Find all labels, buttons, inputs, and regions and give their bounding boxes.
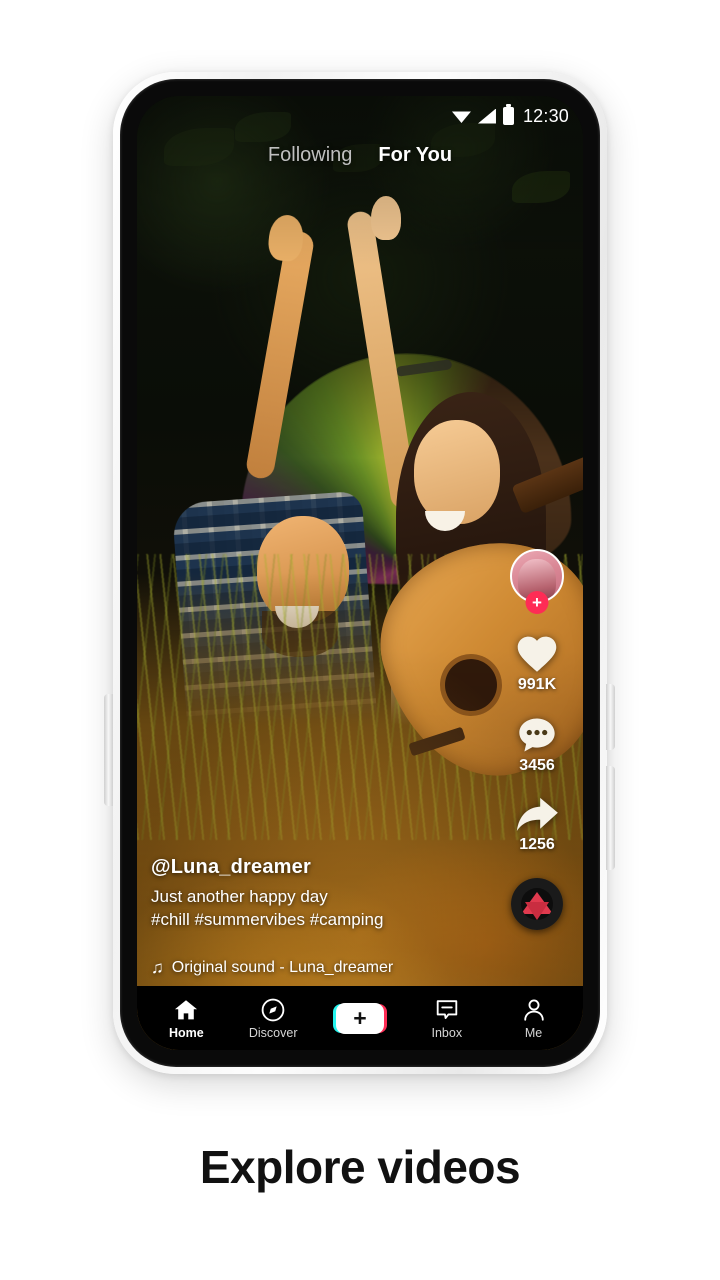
nav-label-me: Me [524,1025,543,1040]
status-bar: 12:30 [137,96,583,130]
tab-for-you[interactable]: For You [378,144,452,167]
compass-icon [260,997,286,1023]
power-button[interactable] [606,684,615,750]
create-button-wrap: + [322,996,398,1040]
music-ticker[interactable]: ♫ Original sound - Luna_dreamer [151,958,393,978]
plus-icon: + [353,1004,367,1031]
wifi-icon [451,111,471,123]
cellular-signal-icon [477,108,496,124]
nav-label-home: Home [169,1025,204,1040]
screenshot-root: 12:30 Following For You + 991K 3456 1256… [0,0,720,1280]
vinyl-record-icon[interactable] [511,878,563,930]
music-label: Original sound - Luna_dreamer [171,959,394,976]
caption-line-1: Just another happy day [151,887,328,907]
side-button[interactable] [606,766,615,870]
album-art [521,888,553,920]
share-count: 1256 [519,836,555,853]
like-button[interactable]: 991K [515,633,559,694]
battery-icon [502,104,514,125]
music-note-icon: ♫ [151,958,164,977]
comment-button[interactable]: 3456 [516,714,558,775]
nav-item-home[interactable]: Home [148,997,224,1040]
woman-face [413,420,500,525]
feed-tabs: Following For You [137,144,583,167]
status-bar-clock: 12:30 [522,105,569,126]
action-rail: + 991K 3456 1256 [501,549,573,930]
heart-icon [515,633,559,673]
nav-label-inbox: Inbox [431,1025,463,1040]
volume-button[interactable] [104,694,113,806]
tab-following[interactable]: Following [268,144,352,167]
nav-item-inbox[interactable]: Inbox [409,997,485,1040]
woman-hand [371,196,402,241]
follow-plus-icon[interactable]: + [525,591,549,614]
video-caption: @Luna_dreamer Just another happy day #ch… [151,856,451,932]
nav-item-discover[interactable]: Discover [235,997,311,1040]
inbox-icon [434,997,460,1023]
like-count: 991K [517,676,557,693]
create-video-button[interactable]: + [330,1002,389,1034]
bottom-navigation: Home Discover + Inbox Me [137,986,583,1050]
person-icon [521,997,547,1023]
comment-bubble-icon [516,714,558,754]
phone-screen: 12:30 Following For You + 991K 3456 1256… [137,96,583,1050]
nav-item-me[interactable]: Me [496,997,572,1040]
creator-handle[interactable]: @Luna_dreamer [151,856,451,879]
share-button[interactable]: 1256 [514,795,560,854]
nav-label-discover: Discover [248,1025,298,1040]
comment-count: 3456 [519,757,555,774]
share-arrow-icon [514,795,560,833]
caption-hashtags[interactable]: #chill #summervibes #camping [151,909,451,932]
page-caption: Explore videos [199,1141,521,1193]
home-icon [173,997,199,1023]
creator-avatar[interactable]: + [510,549,564,614]
